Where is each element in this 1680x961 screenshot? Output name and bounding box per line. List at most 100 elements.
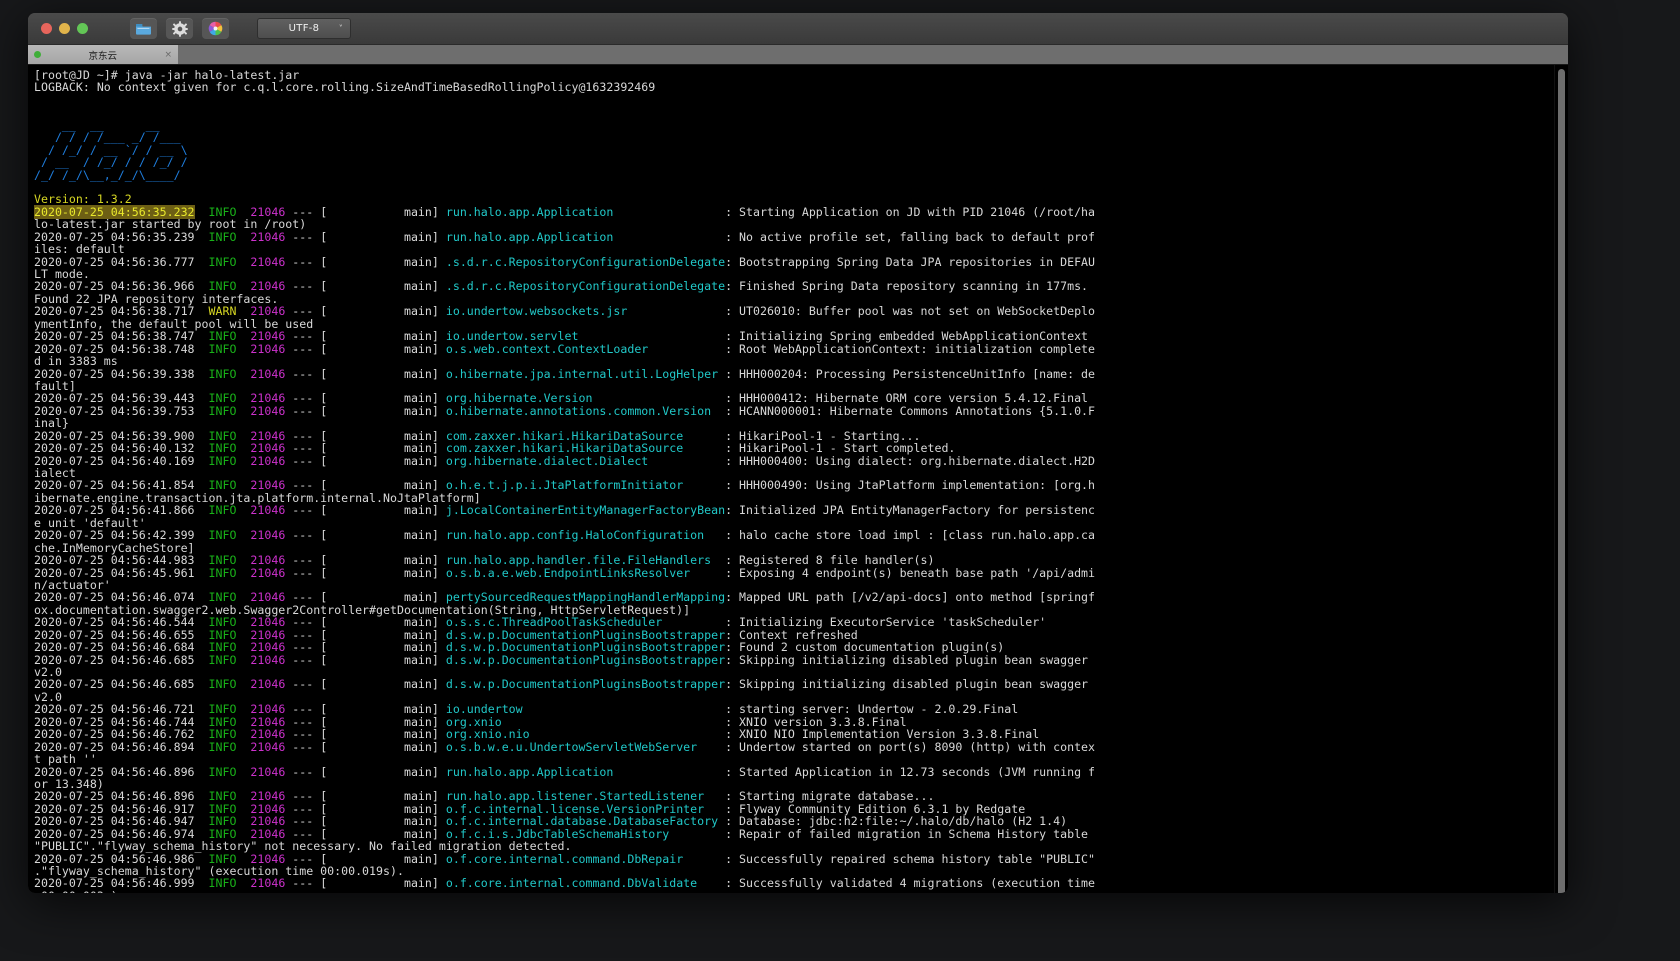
log-line: 2020-07-25 04:56:40.169 INFO 21046 --- […	[34, 453, 1554, 468]
log-separator: :	[725, 764, 740, 779]
log-pid: 21046	[250, 229, 286, 244]
log-line: 2020-07-25 04:56:46.685 INFO 21046 --- […	[34, 652, 1554, 667]
log-separator: :	[725, 876, 740, 891]
log-message: Skipping initializing disabled plugin be…	[739, 677, 1096, 692]
log-level: INFO	[208, 565, 244, 580]
blank-line	[34, 181, 1554, 193]
tab-strip: 京东云 ×	[28, 45, 1568, 65]
log-pid: 21046	[250, 764, 286, 779]
tab-label: 京东云	[88, 50, 117, 62]
tab-session[interactable]: 京东云 ×	[28, 45, 179, 64]
log-message: Successfully validated 4 migrations (exe…	[739, 876, 1096, 891]
chevron-down-icon: ˅	[338, 24, 343, 33]
tab-strip-empty	[179, 45, 1568, 64]
connection-status-icon	[34, 51, 41, 58]
log-message: HHH000490: Using JtaPlatform implementat…	[739, 478, 1096, 493]
ascii-art-line: __ __ __	[34, 118, 1554, 131]
ascii-art-line: / __ / /_/ / / /_/ /	[34, 156, 1554, 169]
log-thread: --- [ main]	[285, 764, 446, 779]
log-thread: --- [ main]	[285, 204, 446, 219]
close-window-button[interactable]	[41, 23, 52, 34]
scrollbar-thumb[interactable]	[1558, 69, 1565, 893]
log-level: INFO	[208, 254, 244, 269]
log-message: Root WebApplicationContext: initializati…	[739, 341, 1096, 356]
log-pid: 21046	[250, 528, 286, 543]
close-tab-icon[interactable]: ×	[164, 50, 172, 60]
log-logger: o.s.b.a.e.web.EndpointLinksResolver	[445, 565, 726, 580]
log-thread: --- [ main]	[285, 652, 446, 667]
log-message: Undertow started on port(s) 8090 (http) …	[739, 739, 1096, 754]
ascii-art-line: / /_/ / __ `/ / __ \	[34, 142, 1554, 157]
log-line: 2020-07-25 04:56:35.239 INFO 21046 --- […	[34, 229, 1554, 244]
log-level: INFO	[208, 876, 244, 891]
log-message: Successfully repaired schema history tab…	[739, 851, 1096, 866]
log-logger: run.halo.app.Application	[445, 764, 726, 779]
log-level: INFO	[208, 764, 244, 779]
log-message: HCANN000001: Hibernate Commons Annotatio…	[739, 403, 1096, 418]
log-line: 2020-07-25 04:56:38.748 INFO 21046 --- […	[34, 341, 1554, 356]
log-pid: 21046	[250, 503, 286, 518]
log-level: INFO	[208, 528, 244, 543]
log-logger: o.f.core.internal.command.DbValidate	[445, 876, 726, 891]
gear-icon	[171, 20, 188, 37]
log-separator: :	[725, 341, 740, 356]
log-logger: o.f.core.internal.command.DbRepair	[445, 851, 726, 866]
halo-logo-row-4: /_/ /_/\__,_/_/\____/	[34, 167, 195, 182]
log-thread: --- [ main]	[285, 677, 446, 692]
encoding-select[interactable]: UTF-8 ˅	[257, 18, 351, 39]
log-line: 2020-07-25 04:56:36.777 INFO 21046 --- […	[34, 254, 1554, 269]
log-pid: 21046	[250, 366, 286, 381]
terminal-scrollbar[interactable]	[1554, 65, 1568, 893]
log-pid: 21046	[250, 565, 286, 580]
ascii-art-line: / / / /___ _/ /___	[34, 131, 1554, 144]
log-thread: --- [ main]	[285, 565, 446, 580]
log-separator: :	[725, 229, 740, 244]
log-line: 2020-07-25 04:56:46.999 INFO 21046 --- […	[34, 877, 1554, 889]
log-message: Mapped URL path [/v2/api-docs] onto meth…	[739, 590, 1096, 605]
log-pid: 21046	[250, 739, 286, 754]
window-controls	[41, 23, 88, 34]
log-message: HHH000400: Using dialect: org.hibernate.…	[739, 453, 1096, 468]
settings-button[interactable]	[166, 18, 193, 39]
appearance-button[interactable]	[202, 18, 229, 39]
log-pid: 21046	[250, 341, 286, 356]
log-logger: io.undertow.websockets.jsr	[445, 304, 726, 319]
log-separator: :	[725, 677, 740, 692]
blank-line	[34, 94, 1554, 106]
log-separator: :	[725, 304, 740, 319]
log-logger: o.s.web.context.ContextLoader	[445, 341, 726, 356]
log-thread: --- [ main]	[285, 503, 446, 518]
log-separator: :	[725, 826, 740, 841]
log-separator: :	[725, 590, 740, 605]
log-separator: :	[725, 478, 740, 493]
maximize-window-button[interactable]	[77, 23, 88, 34]
log-pid: 21046	[250, 254, 286, 269]
terminal-window: UTF-8 ˅ 京东云 × [root@JD ~]# java -jar hal…	[28, 13, 1568, 893]
minimize-window-button[interactable]	[59, 23, 70, 34]
folder-button[interactable]	[130, 18, 157, 39]
log-logger: .s.d.r.c.RepositoryConfigurationDelegate	[445, 254, 726, 269]
folder-icon	[136, 24, 151, 35]
log-message: Started Application in 12.73 seconds (JV…	[739, 764, 1096, 779]
log-level: INFO	[208, 341, 244, 356]
log-message: Initialized JPA EntityManagerFactory for…	[739, 503, 1096, 518]
log-separator: :	[725, 366, 740, 381]
log-message: HHH000204: Processing PersistenceUnitInf…	[739, 366, 1096, 381]
log-separator: :	[725, 851, 740, 866]
halo-logo-row-2: / /_/ / __ `/ / __ \	[34, 142, 195, 157]
log-pid: 21046	[250, 876, 286, 891]
log-logger: o.s.b.w.e.u.UndertowServletWebServer	[445, 739, 726, 754]
log-level: INFO	[208, 453, 244, 468]
log-message: Exposing 4 endpoint(s) beneath base path…	[739, 565, 1096, 580]
terminal-output[interactable]: [root@JD ~]# java -jar halo-latest.jar LO…	[28, 65, 1554, 893]
terminal-body: [root@JD ~]# java -jar halo-latest.jar LO…	[28, 65, 1568, 893]
log-separator: :	[725, 254, 740, 269]
log-separator: :	[725, 565, 740, 580]
